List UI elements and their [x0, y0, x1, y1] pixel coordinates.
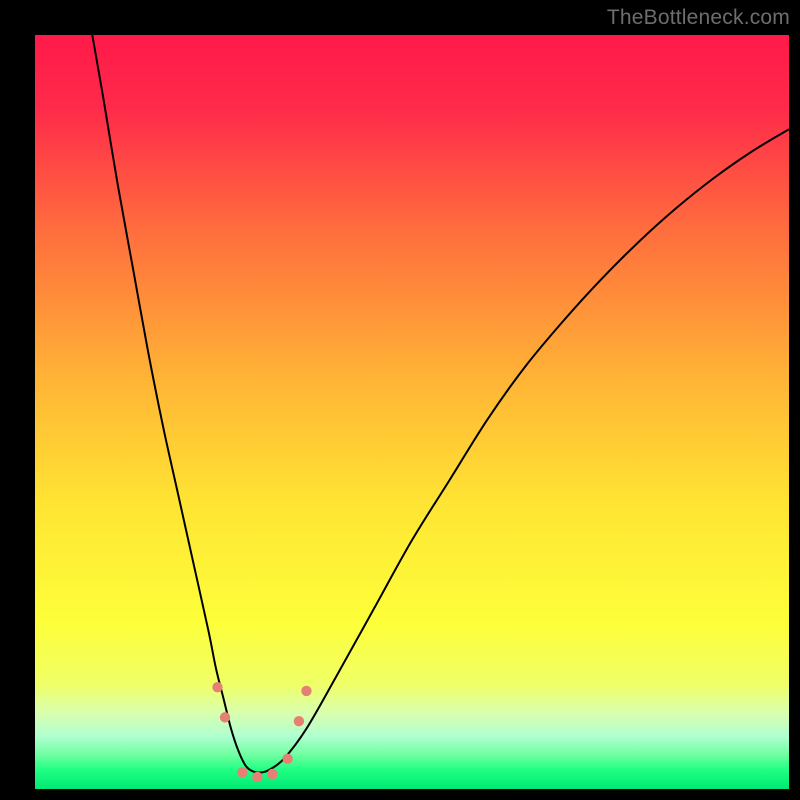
data-markers: [212, 682, 311, 782]
data-marker: [212, 682, 222, 692]
data-marker: [220, 712, 230, 722]
data-marker: [294, 716, 304, 726]
data-marker: [301, 686, 311, 696]
data-marker: [237, 767, 247, 777]
chart-frame: TheBottleneck.com: [0, 0, 800, 800]
data-marker: [282, 754, 292, 764]
data-marker: [267, 769, 277, 779]
data-marker: [252, 772, 262, 782]
plot-area: [35, 35, 789, 789]
watermark-text: TheBottleneck.com: [607, 6, 790, 30]
bottleneck-curve: [92, 35, 789, 773]
curve-layer: [35, 35, 789, 789]
